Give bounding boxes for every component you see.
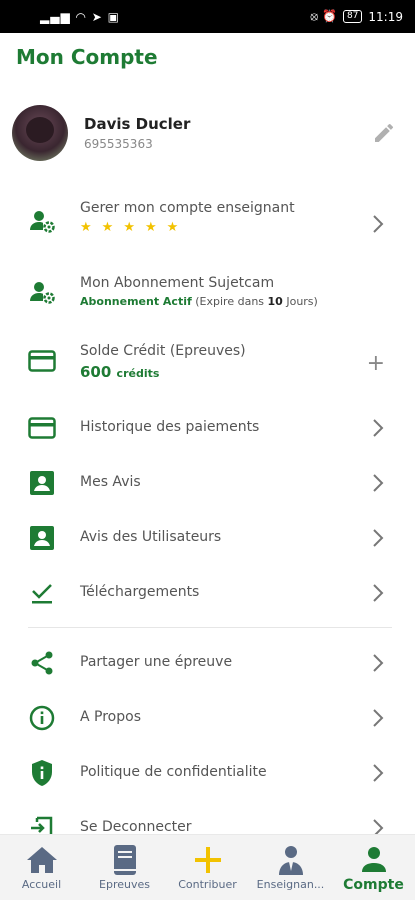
- bottom-navigation: Accueil Epreuves Contribuer Enseignan...…: [0, 834, 415, 900]
- star-icon: ★: [123, 220, 135, 235]
- credit-unit: crédits: [116, 367, 160, 380]
- expires-prefix: (Expire dans: [195, 295, 265, 308]
- chevron-right-icon: [373, 474, 384, 492]
- menu-item-user-reviews[interactable]: Avis des Utilisateurs: [0, 523, 415, 553]
- star-icon: ★: [101, 220, 114, 235]
- menu-item-teacher-account[interactable]: Gerer mon compte enseignant ★ ★ ★ ★ ★: [0, 200, 415, 246]
- share-icon: [28, 649, 56, 677]
- nav-item-teachers[interactable]: Enseignan...: [249, 844, 332, 891]
- menu-text: Se Deconnecter: [80, 819, 192, 835]
- expires-suffix: Jours): [286, 295, 318, 308]
- teacher-icon: [273, 844, 309, 876]
- edit-profile-button[interactable]: [372, 121, 396, 145]
- nav-label: Contribuer: [178, 878, 237, 891]
- menu-text: Historique des paiements: [80, 419, 259, 435]
- account-box-icon: [28, 469, 56, 497]
- signal-icon: ▂▄▆ ◠ ➤ ▣: [40, 9, 120, 24]
- menu-label: Se Deconnecter: [80, 819, 192, 835]
- person-icon: [356, 843, 392, 875]
- menu-label: Historique des paiements: [80, 419, 260, 435]
- menu-label: Partager une épreuve: [80, 654, 233, 670]
- chevron-right-icon: [373, 709, 384, 727]
- credit-value: 600: [80, 363, 112, 381]
- info-icon: [28, 704, 56, 732]
- plus-icon: [190, 844, 226, 876]
- battery-icon: 87: [342, 10, 363, 23]
- rating-stars: ★ ★ ★ ★ ★: [80, 220, 295, 235]
- profile-phone: 695535363: [84, 137, 153, 151]
- star-icon: ★: [166, 220, 179, 235]
- menu-item-privacy[interactable]: Politique de confidentialite: [0, 758, 415, 788]
- menu-item-subscription[interactable]: Mon Abonnement Sujetcam Abonnement Actif…: [0, 275, 415, 321]
- menu-text: Téléchargements: [80, 584, 199, 600]
- menu-label: Mon Abonnement Sujetcam: [80, 275, 275, 291]
- avatar[interactable]: [12, 105, 68, 161]
- page-title: Mon Compte: [16, 45, 158, 69]
- menu-label: Avis des Utilisateurs: [80, 529, 222, 545]
- menu-text: Gerer mon compte enseignant ★ ★ ★ ★ ★: [80, 200, 295, 235]
- pencil-icon: [375, 123, 394, 142]
- clock: 11:19: [368, 9, 403, 24]
- home-icon: [24, 844, 60, 876]
- shield-icon: [28, 759, 56, 787]
- add-credit-button[interactable]: +: [367, 351, 385, 376]
- star-icon: ★: [80, 220, 92, 235]
- menu-text: Partager une épreuve: [80, 654, 232, 670]
- profile-name: Davis Ducler: [84, 115, 191, 133]
- nav-item-home[interactable]: Accueil: [0, 844, 83, 891]
- chevron-right-icon: [373, 584, 384, 602]
- chevron-right-icon: [373, 529, 384, 547]
- nav-label: Accueil: [21, 878, 62, 891]
- menu-divider: [28, 627, 392, 628]
- credit-card-icon: [28, 414, 56, 442]
- menu-text: Mes Avis: [80, 474, 141, 490]
- chevron-right-icon: [373, 215, 384, 233]
- menu-text: Solde Crédit (Epreuves) 600 crédits: [80, 343, 246, 381]
- indicator-icons: ⦻ ⏰: [310, 9, 337, 23]
- nav-item-exams[interactable]: Epreuves: [83, 844, 166, 891]
- menu-item-downloads[interactable]: Téléchargements: [0, 578, 415, 608]
- menu-item-share[interactable]: Partager une épreuve: [0, 648, 415, 678]
- nav-item-contribute[interactable]: Contribuer: [166, 844, 249, 891]
- expires-days: 10: [267, 295, 283, 308]
- menu-item-credit[interactable]: Solde Crédit (Epreuves) 600 crédits +: [0, 343, 415, 389]
- menu-label: A Propos: [80, 709, 141, 725]
- star-icon: ★: [144, 220, 157, 235]
- credit-card-icon: [28, 347, 56, 375]
- manage-account-icon: [28, 208, 56, 236]
- menu-text: Avis des Utilisateurs: [80, 529, 221, 545]
- menu-label: Politique de confidentialite: [80, 764, 267, 780]
- menu-label: Mes Avis: [80, 474, 141, 490]
- menu-label: Téléchargements: [80, 584, 200, 600]
- nav-item-account[interactable]: Compte: [332, 843, 415, 893]
- chevron-right-icon: [373, 764, 384, 782]
- menu-item-payments[interactable]: Historique des paiements: [0, 413, 415, 443]
- menu-item-about[interactable]: A Propos: [0, 703, 415, 733]
- credit-balance: 600 crédits: [80, 363, 246, 381]
- nav-label: Enseignan...: [256, 878, 325, 891]
- status-bar: ▂▄▆ ◠ ➤ ▣ ⦻ ⏰ 87 11:19: [0, 0, 415, 33]
- book-icon: [107, 844, 143, 876]
- page-header: Mon Compte: [16, 45, 158, 69]
- download-done-icon: [28, 579, 56, 607]
- profile-card[interactable]: Davis Ducler 695535363: [12, 103, 402, 163]
- menu-label: Gerer mon compte enseignant: [80, 200, 295, 216]
- account-box-icon: [28, 524, 56, 552]
- nav-label: Compte: [343, 876, 404, 893]
- profile-info: Davis Ducler 695535363: [84, 115, 190, 151]
- menu-text: Politique de confidentialite: [80, 764, 267, 780]
- menu-item-my-reviews[interactable]: Mes Avis: [0, 468, 415, 498]
- menu-label: Solde Crédit (Epreuves): [80, 343, 246, 359]
- subscription-status: Abonnement Actif (Expire dans 10 Jours): [80, 295, 318, 308]
- menu-text: A Propos: [80, 709, 141, 725]
- status-left-icons: ▂▄▆ ◠ ➤ ▣: [40, 10, 120, 24]
- menu-text: Mon Abonnement Sujetcam Abonnement Actif…: [80, 275, 318, 308]
- chevron-right-icon: [373, 654, 384, 672]
- manage-account-icon: [28, 279, 56, 307]
- status-right-icons: ⦻ ⏰ 87 11:19: [310, 9, 403, 24]
- nav-label: Epreuves: [99, 878, 150, 891]
- chevron-right-icon: [373, 419, 384, 437]
- subscription-active: Abonnement Actif: [80, 295, 192, 308]
